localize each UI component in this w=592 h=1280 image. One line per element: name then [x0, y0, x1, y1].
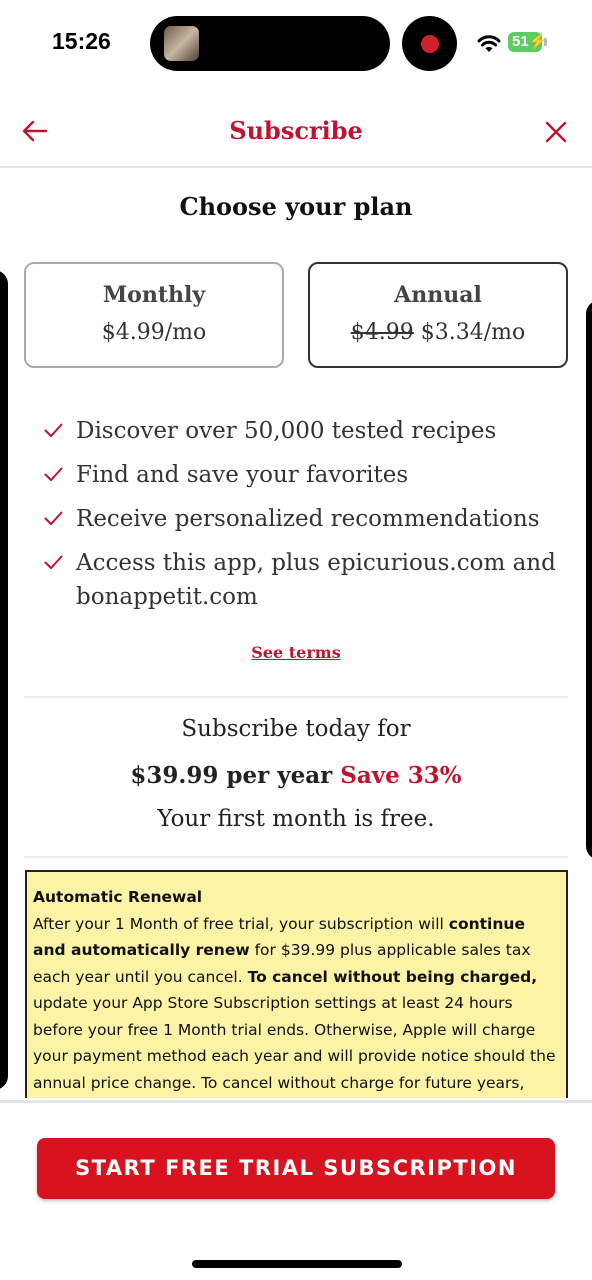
divider [24, 696, 568, 698]
close-icon[interactable] [544, 120, 568, 144]
free-month-note: Your first month is free. [157, 806, 435, 832]
battery-icon: 51⚡ [508, 32, 547, 52]
plan-option-annual[interactable]: Annual $4.99 $3.34/mo [308, 262, 568, 368]
page-title: Subscribe [229, 116, 363, 145]
footer-divider [0, 1100, 592, 1103]
plan-heading: Choose your plan [179, 192, 413, 221]
summary-price-row: $39.99 per year Save 33% [0, 762, 592, 789]
nav-header: Subscribe [0, 100, 592, 168]
status-bar: 15:26 51⚡ [0, 0, 592, 88]
see-terms-link[interactable]: See terms [0, 643, 592, 662]
renewal-text-bold: To cancel without being charged, [247, 967, 538, 986]
renewal-text: After your 1 Month of free trial, your s… [33, 911, 560, 1099]
divider [24, 856, 568, 858]
renewal-text-part: After your 1 Month of free trial, your s… [33, 914, 449, 933]
start-free-trial-button[interactable]: START FREE TRIAL SUBSCRIPTION [37, 1138, 555, 1199]
plan-price: $4.99/mo [101, 320, 207, 345]
feature-item: Find and save your favorites [42, 458, 562, 492]
check-icon [44, 511, 63, 526]
home-indicator [192, 1260, 402, 1268]
feature-text: Access this app, plus epicurious.com and… [76, 550, 556, 610]
savings-badge: Save 33% [340, 762, 462, 789]
feature-text: Receive personalized recommendations [76, 506, 540, 532]
auto-renewal-notice: Automatic Renewal After your 1 Month of … [25, 870, 568, 1098]
media-thumbnail [164, 26, 199, 61]
screen-recording-indicator [402, 16, 457, 71]
battery-level: 51 [512, 33, 529, 50]
record-dot-icon [421, 35, 439, 53]
status-time: 15:26 [52, 28, 111, 54]
plan-price: $4.99 $3.34/mo [310, 320, 566, 345]
plan-name: Annual [394, 282, 482, 308]
feature-item: Access this app, plus epicurious.com and… [42, 546, 562, 614]
plan-name: Monthly [102, 282, 206, 308]
check-icon [44, 467, 63, 482]
feature-text: Discover over 50,000 tested recipes [76, 418, 497, 444]
feature-item: Receive personalized recommendations [42, 502, 562, 536]
plan-option-monthly[interactable]: Monthly $4.99/mo [24, 262, 284, 368]
wifi-icon [477, 35, 501, 52]
feature-text: Find and save your favorites [76, 462, 409, 488]
discount-price: $3.34/mo [420, 320, 526, 345]
dynamic-island [150, 16, 390, 71]
old-price: $4.99 [350, 320, 414, 345]
feature-item: Discover over 50,000 tested recipes [42, 414, 562, 448]
renewal-text-part: update your App Store Subscription setti… [33, 994, 556, 1092]
check-icon [44, 555, 63, 570]
screen-edge-left [0, 270, 8, 1090]
feature-list: Discover over 50,000 tested recipes Find… [42, 414, 562, 624]
annual-price: $39.99 per year [130, 762, 333, 789]
summary-intro: Subscribe today for [181, 716, 411, 742]
battery-cap [544, 38, 547, 46]
renewal-title: Automatic Renewal [33, 888, 203, 906]
check-icon [44, 423, 63, 438]
